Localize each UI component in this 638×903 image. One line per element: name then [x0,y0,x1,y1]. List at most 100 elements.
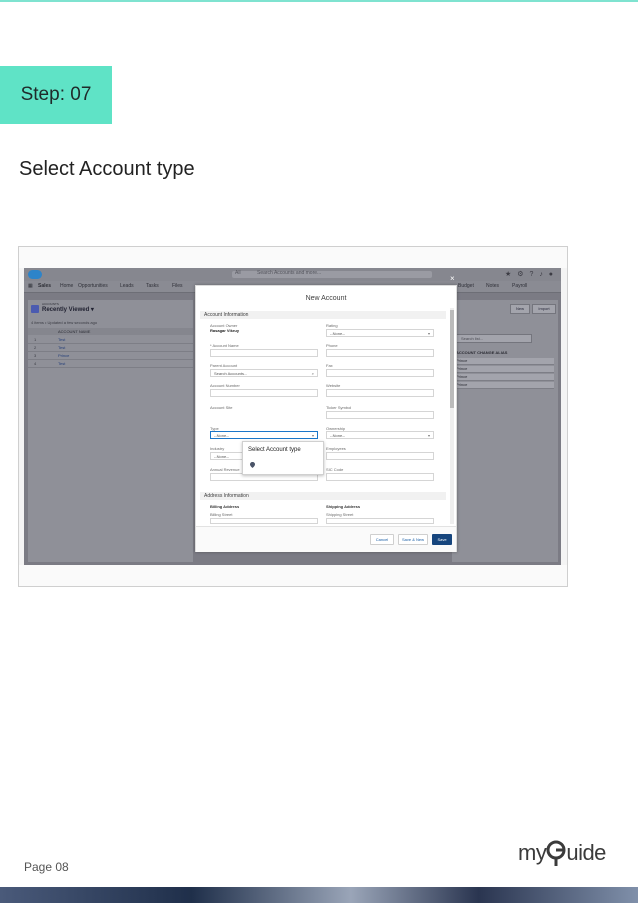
close-icon[interactable]: × [450,274,455,283]
employees-label: Employees [326,446,346,451]
import-button[interactable]: Import [532,304,556,314]
footer-decorative-band [0,887,638,903]
nav-item-payroll[interactable]: Payroll [512,283,527,289]
account-number-input[interactable] [210,389,318,397]
parent-account-label: Parent Account [210,363,238,368]
row-number: 1 [34,337,37,342]
sic-code-label: SIC Code [326,467,344,472]
ticker-input[interactable] [326,411,434,419]
sf-global-search[interactable]: All Search Accounts and more... [232,270,432,278]
employees-input[interactable] [326,452,434,460]
app-launcher-icon[interactable]: ▦ [28,283,33,289]
website-input[interactable] [326,389,434,397]
ticker-label: Ticker Symbol [326,405,352,410]
industry-value: --None-- [214,454,229,459]
rating-value: --None-- [330,331,345,336]
logo-text-uide: uide [566,840,606,865]
row-account-link[interactable]: Prince [58,353,69,358]
accounts-list-panel: ACCOUNTS Recently Viewed ▾ 4 items • Upd… [28,300,193,562]
list-subtitle: 4 items • Updated a few seconds ago [31,320,98,325]
parent-account-lookup[interactable]: Search Accounts... ⌕ [210,369,318,377]
search-scope[interactable]: All [235,270,241,276]
row-account-link[interactable]: Test [58,337,65,342]
modal-body: Account Information Account Owner Rasaga… [200,311,448,524]
favorites-icon[interactable]: ★ [505,271,513,278]
search-placeholder: Search Accounts and more... [257,270,322,276]
search-icon: ⌕ [311,371,314,376]
parent-account-placeholder: Search Accounts... [214,371,248,376]
page-number: Page 08 [24,860,69,874]
guide-pin-icon [250,462,255,468]
nav-item-files[interactable]: Files [172,283,183,289]
column-account-name[interactable]: ACCOUNT NAME [58,329,90,334]
shipping-address-label: Shipping Address [326,504,361,509]
phone-label: Phone [326,343,338,348]
modal-title: New Account [305,295,347,302]
nav-item-tasks[interactable]: Tasks [146,283,159,289]
ownership-value: --None-- [330,433,345,438]
table-row[interactable]: 4 Test [28,360,193,368]
row-account-link[interactable]: Test [58,345,65,350]
type-value: --None-- [214,433,229,438]
save-button[interactable]: Save [432,534,452,545]
notifications-bell-icon[interactable]: ♪ [539,271,545,278]
salesforce-window: All Search Accounts and more... ★ ⚙ ? ♪ … [24,268,561,565]
list-item[interactable]: Prince [456,366,554,373]
screenshot-bottom-margin [19,565,567,586]
instruction-text: Select Account type [19,158,195,180]
screenshot-top-margin [19,247,567,268]
owner-value[interactable]: Rasagar Vikruy [210,328,239,333]
chevron-down-icon: ▾ [311,433,314,438]
help-icon[interactable]: ? [529,271,535,278]
modal-scrollbar[interactable] [450,308,454,524]
salesforce-cloud-icon[interactable] [28,270,42,279]
phone-input[interactable] [326,349,434,357]
scrollbar-thumb[interactable] [450,310,454,408]
rating-select[interactable]: --None-- ▾ [326,329,434,337]
account-site-label: Account Site [210,405,233,410]
list-column-header[interactable]: ACCOUNT NAME [28,328,193,335]
row-number: 4 [34,361,37,366]
row-number: 2 [34,345,37,350]
setup-gear-icon[interactable]: ⚙ [517,271,525,278]
table-row[interactable]: 1 Test [28,336,193,344]
account-name-input[interactable] [210,349,318,357]
nav-item-notes[interactable]: Notes [486,283,499,289]
new-button[interactable]: New [510,304,530,314]
nav-item-budget[interactable]: Budget [458,283,474,289]
save-and-new-button[interactable]: Save & New [398,534,428,545]
list-item[interactable]: Prince [456,374,554,381]
section-account-information[interactable]: Account Information [200,311,446,319]
billing-street-input[interactable] [210,518,318,524]
row-account-link[interactable]: Test [58,361,65,366]
list-search-input[interactable]: Search list... [456,334,532,343]
right-column-header[interactable]: ACCOUNT CHANGE ALIAS [456,350,554,355]
right-list-panel: New Import Search list... ACCOUNT CHANGE… [452,300,558,562]
section-address-information[interactable]: Address Information [200,492,446,500]
table-row[interactable]: 2 Test [28,344,193,352]
logo-text-my: my [518,840,547,865]
nav-item-opportunities[interactable]: Opportunities [78,283,108,289]
list-item[interactable]: Prince [456,382,554,389]
logo-wordmark: my uide [518,840,606,866]
list-view-selector[interactable]: Recently Viewed ▾ [42,306,94,313]
shipping-street-input[interactable] [326,518,434,524]
cancel-button[interactable]: Cancel [370,534,394,545]
account-name-label: * Account Name [210,343,239,348]
ownership-select[interactable]: --None-- ▾ [326,431,434,439]
sic-code-input[interactable] [326,473,434,481]
screenshot-frame: All Search Accounts and more... ★ ⚙ ? ♪ … [18,246,568,587]
table-row[interactable]: 3 Prince [28,352,193,360]
nav-item-home[interactable]: Home [60,283,73,289]
type-select[interactable]: --None-- ▾ [210,431,318,439]
fax-input[interactable] [326,369,434,377]
nav-item-leads[interactable]: Leads [120,283,134,289]
rating-label: Rating [326,323,338,328]
avatar[interactable]: ● [549,271,555,278]
logo-pin-g-icon [546,840,566,866]
top-accent-rule [0,0,638,2]
step-badge: Step: 07 [0,66,112,124]
website-label: Website [326,383,341,388]
app-name: Sales [38,283,52,289]
list-item[interactable]: Prince [456,358,554,365]
